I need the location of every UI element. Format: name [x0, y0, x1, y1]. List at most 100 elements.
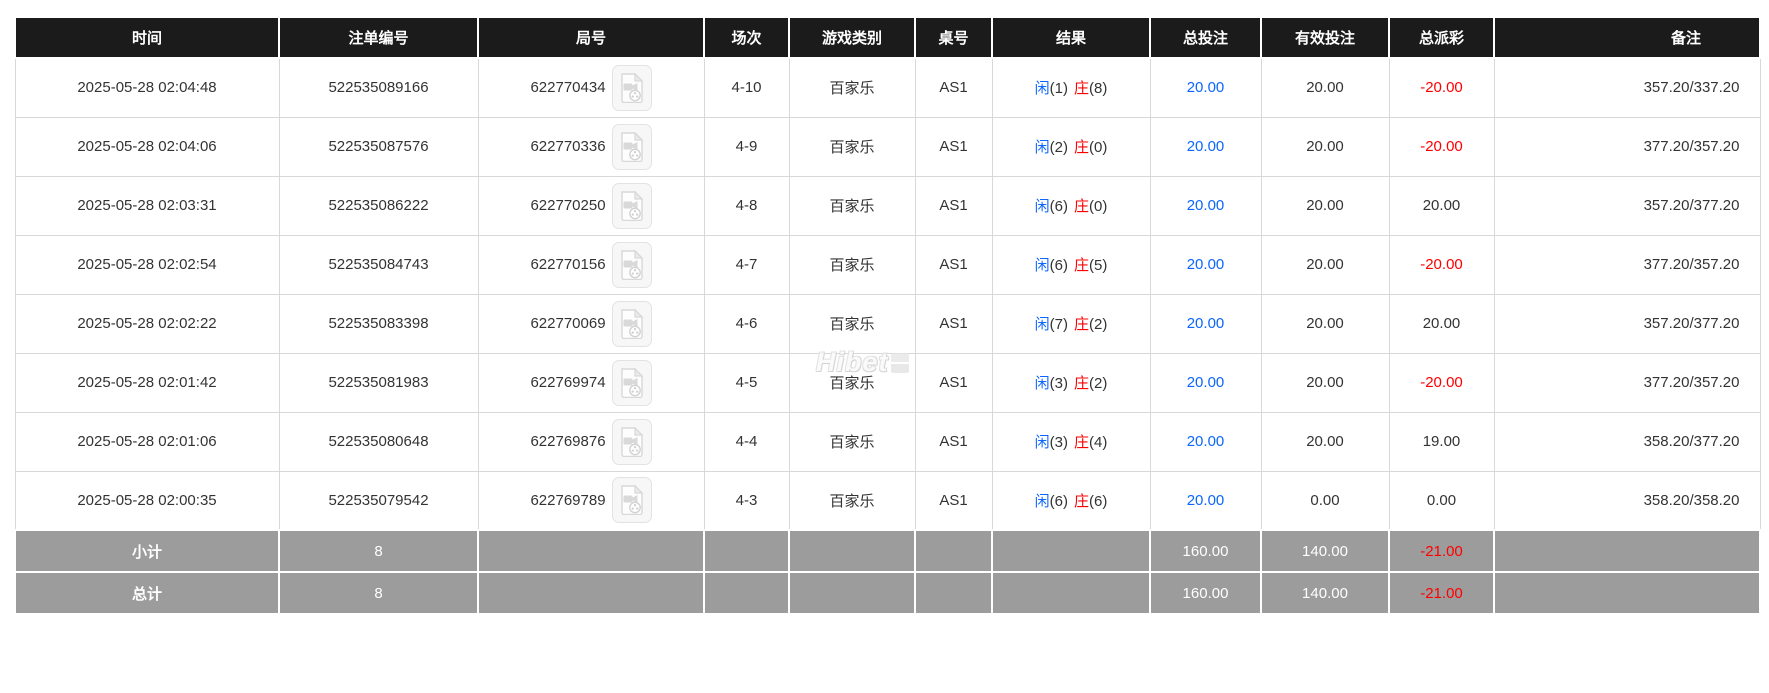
video-file-icon [619, 191, 645, 221]
banker-score: (0) [1089, 198, 1107, 215]
remark: 357.20/337.20 [1494, 58, 1760, 117]
session: 4-8 [704, 176, 789, 235]
banker-score: (2) [1089, 375, 1107, 392]
session: 4-7 [704, 235, 789, 294]
subtotal-valid-bet: 140.00 [1261, 530, 1389, 572]
bet-time: 2025-05-28 02:00:35 [15, 471, 279, 530]
player-score: (3) [1050, 375, 1068, 392]
table-number: AS1 [915, 235, 992, 294]
session: 4-10 [704, 58, 789, 117]
bet-time: 2025-05-28 02:01:42 [15, 353, 279, 412]
player-score: (2) [1050, 139, 1068, 156]
empty-cell [915, 572, 992, 614]
total-bet: 20.00 [1150, 117, 1261, 176]
game-type: 百家乐 [789, 176, 915, 235]
payout: 0.00 [1389, 471, 1494, 530]
valid-bet: 20.00 [1261, 294, 1389, 353]
video-replay-button[interactable] [612, 242, 652, 288]
video-replay-button[interactable] [612, 301, 652, 347]
banker-label: 庄 [1074, 493, 1089, 510]
banker-label: 庄 [1074, 316, 1089, 333]
round-cell: 622770336 [478, 117, 704, 176]
payout: 20.00 [1389, 176, 1494, 235]
banker-score: (5) [1089, 257, 1107, 274]
table-row: 2025-05-28 02:03:31 522535086222 6227702… [15, 176, 1760, 235]
col-header-remark: 备注 [1494, 17, 1760, 58]
video-replay-button[interactable] [612, 477, 652, 523]
payout: -20.00 [1389, 117, 1494, 176]
video-replay-button[interactable] [612, 419, 652, 465]
banker-label: 庄 [1074, 375, 1089, 392]
bet-history-table: 时间 注单编号 局号 场次 游戏类别 桌号 结果 总投注 有效投注 总派彩 备注… [14, 16, 1761, 615]
bet-time: 2025-05-28 02:02:22 [15, 294, 279, 353]
banker-label: 庄 [1074, 257, 1089, 274]
result-cell: 闲(2)庄(0) [992, 117, 1150, 176]
banker-label: 庄 [1074, 80, 1089, 97]
table-number: AS1 [915, 471, 992, 530]
player-label: 闲 [1035, 139, 1050, 156]
video-replay-button[interactable] [612, 183, 652, 229]
total-bet: 20.00 [1150, 412, 1261, 471]
player-score: (3) [1050, 434, 1068, 451]
empty-cell [789, 572, 915, 614]
bet-id: 522535086222 [279, 176, 478, 235]
player-label: 闲 [1035, 316, 1050, 333]
subtotal-payout: -21.00 [1389, 530, 1494, 572]
total-bet: 20.00 [1150, 471, 1261, 530]
col-header-round-id: 局号 [478, 17, 704, 58]
bet-time: 2025-05-28 02:02:54 [15, 235, 279, 294]
round-id: 622769789 [530, 492, 605, 509]
game-type: 百家乐 [789, 353, 915, 412]
remark: 357.20/377.20 [1494, 176, 1760, 235]
banker-label: 庄 [1074, 139, 1089, 156]
session: 4-9 [704, 117, 789, 176]
game-type: 百家乐 [789, 235, 915, 294]
result-cell: 闲(3)庄(2) [992, 353, 1150, 412]
total-count: 8 [279, 572, 478, 614]
col-header-session: 场次 [704, 17, 789, 58]
round-cell: 622770434 [478, 58, 704, 117]
bet-time: 2025-05-28 02:04:06 [15, 117, 279, 176]
table-row: 2025-05-28 02:02:22 522535083398 6227700… [15, 294, 1760, 353]
round-cell: 622770156 [478, 235, 704, 294]
video-file-icon [619, 309, 645, 339]
col-header-game-type: 游戏类别 [789, 17, 915, 58]
round-id: 622769974 [530, 374, 605, 391]
table-number: AS1 [915, 353, 992, 412]
round-cell: 622769876 [478, 412, 704, 471]
player-score: (6) [1050, 257, 1068, 274]
table-row: 2025-05-28 02:00:35 522535079542 6227697… [15, 471, 1760, 530]
round-id: 622770434 [530, 79, 605, 96]
session: 4-6 [704, 294, 789, 353]
player-label: 闲 [1035, 434, 1050, 451]
subtotal-label: 小计 [15, 530, 279, 572]
bet-id: 522535083398 [279, 294, 478, 353]
round-cell: 622770250 [478, 176, 704, 235]
game-type: 百家乐 [789, 412, 915, 471]
video-file-icon [619, 427, 645, 457]
table-number: AS1 [915, 176, 992, 235]
table-row: 2025-05-28 02:02:54 522535084743 6227701… [15, 235, 1760, 294]
col-header-result: 结果 [992, 17, 1150, 58]
round-cell: 622769974 [478, 353, 704, 412]
table-row: 2025-05-28 02:01:42 522535081983 6227699… [15, 353, 1760, 412]
remark: 358.20/358.20 [1494, 471, 1760, 530]
payout: 20.00 [1389, 294, 1494, 353]
table-number: AS1 [915, 294, 992, 353]
payout: -20.00 [1389, 58, 1494, 117]
valid-bet: 20.00 [1261, 117, 1389, 176]
video-replay-button[interactable] [612, 124, 652, 170]
payout: 19.00 [1389, 412, 1494, 471]
video-file-icon [619, 368, 645, 398]
player-label: 闲 [1035, 493, 1050, 510]
empty-cell [478, 572, 704, 614]
player-score: (1) [1050, 80, 1068, 97]
col-header-payout: 总派彩 [1389, 17, 1494, 58]
result-cell: 闲(1)庄(8) [992, 58, 1150, 117]
empty-cell [704, 572, 789, 614]
video-replay-button[interactable] [612, 65, 652, 111]
total-bet: 20.00 [1150, 58, 1261, 117]
video-replay-button[interactable] [612, 360, 652, 406]
bet-id: 522535080648 [279, 412, 478, 471]
bet-id: 522535081983 [279, 353, 478, 412]
